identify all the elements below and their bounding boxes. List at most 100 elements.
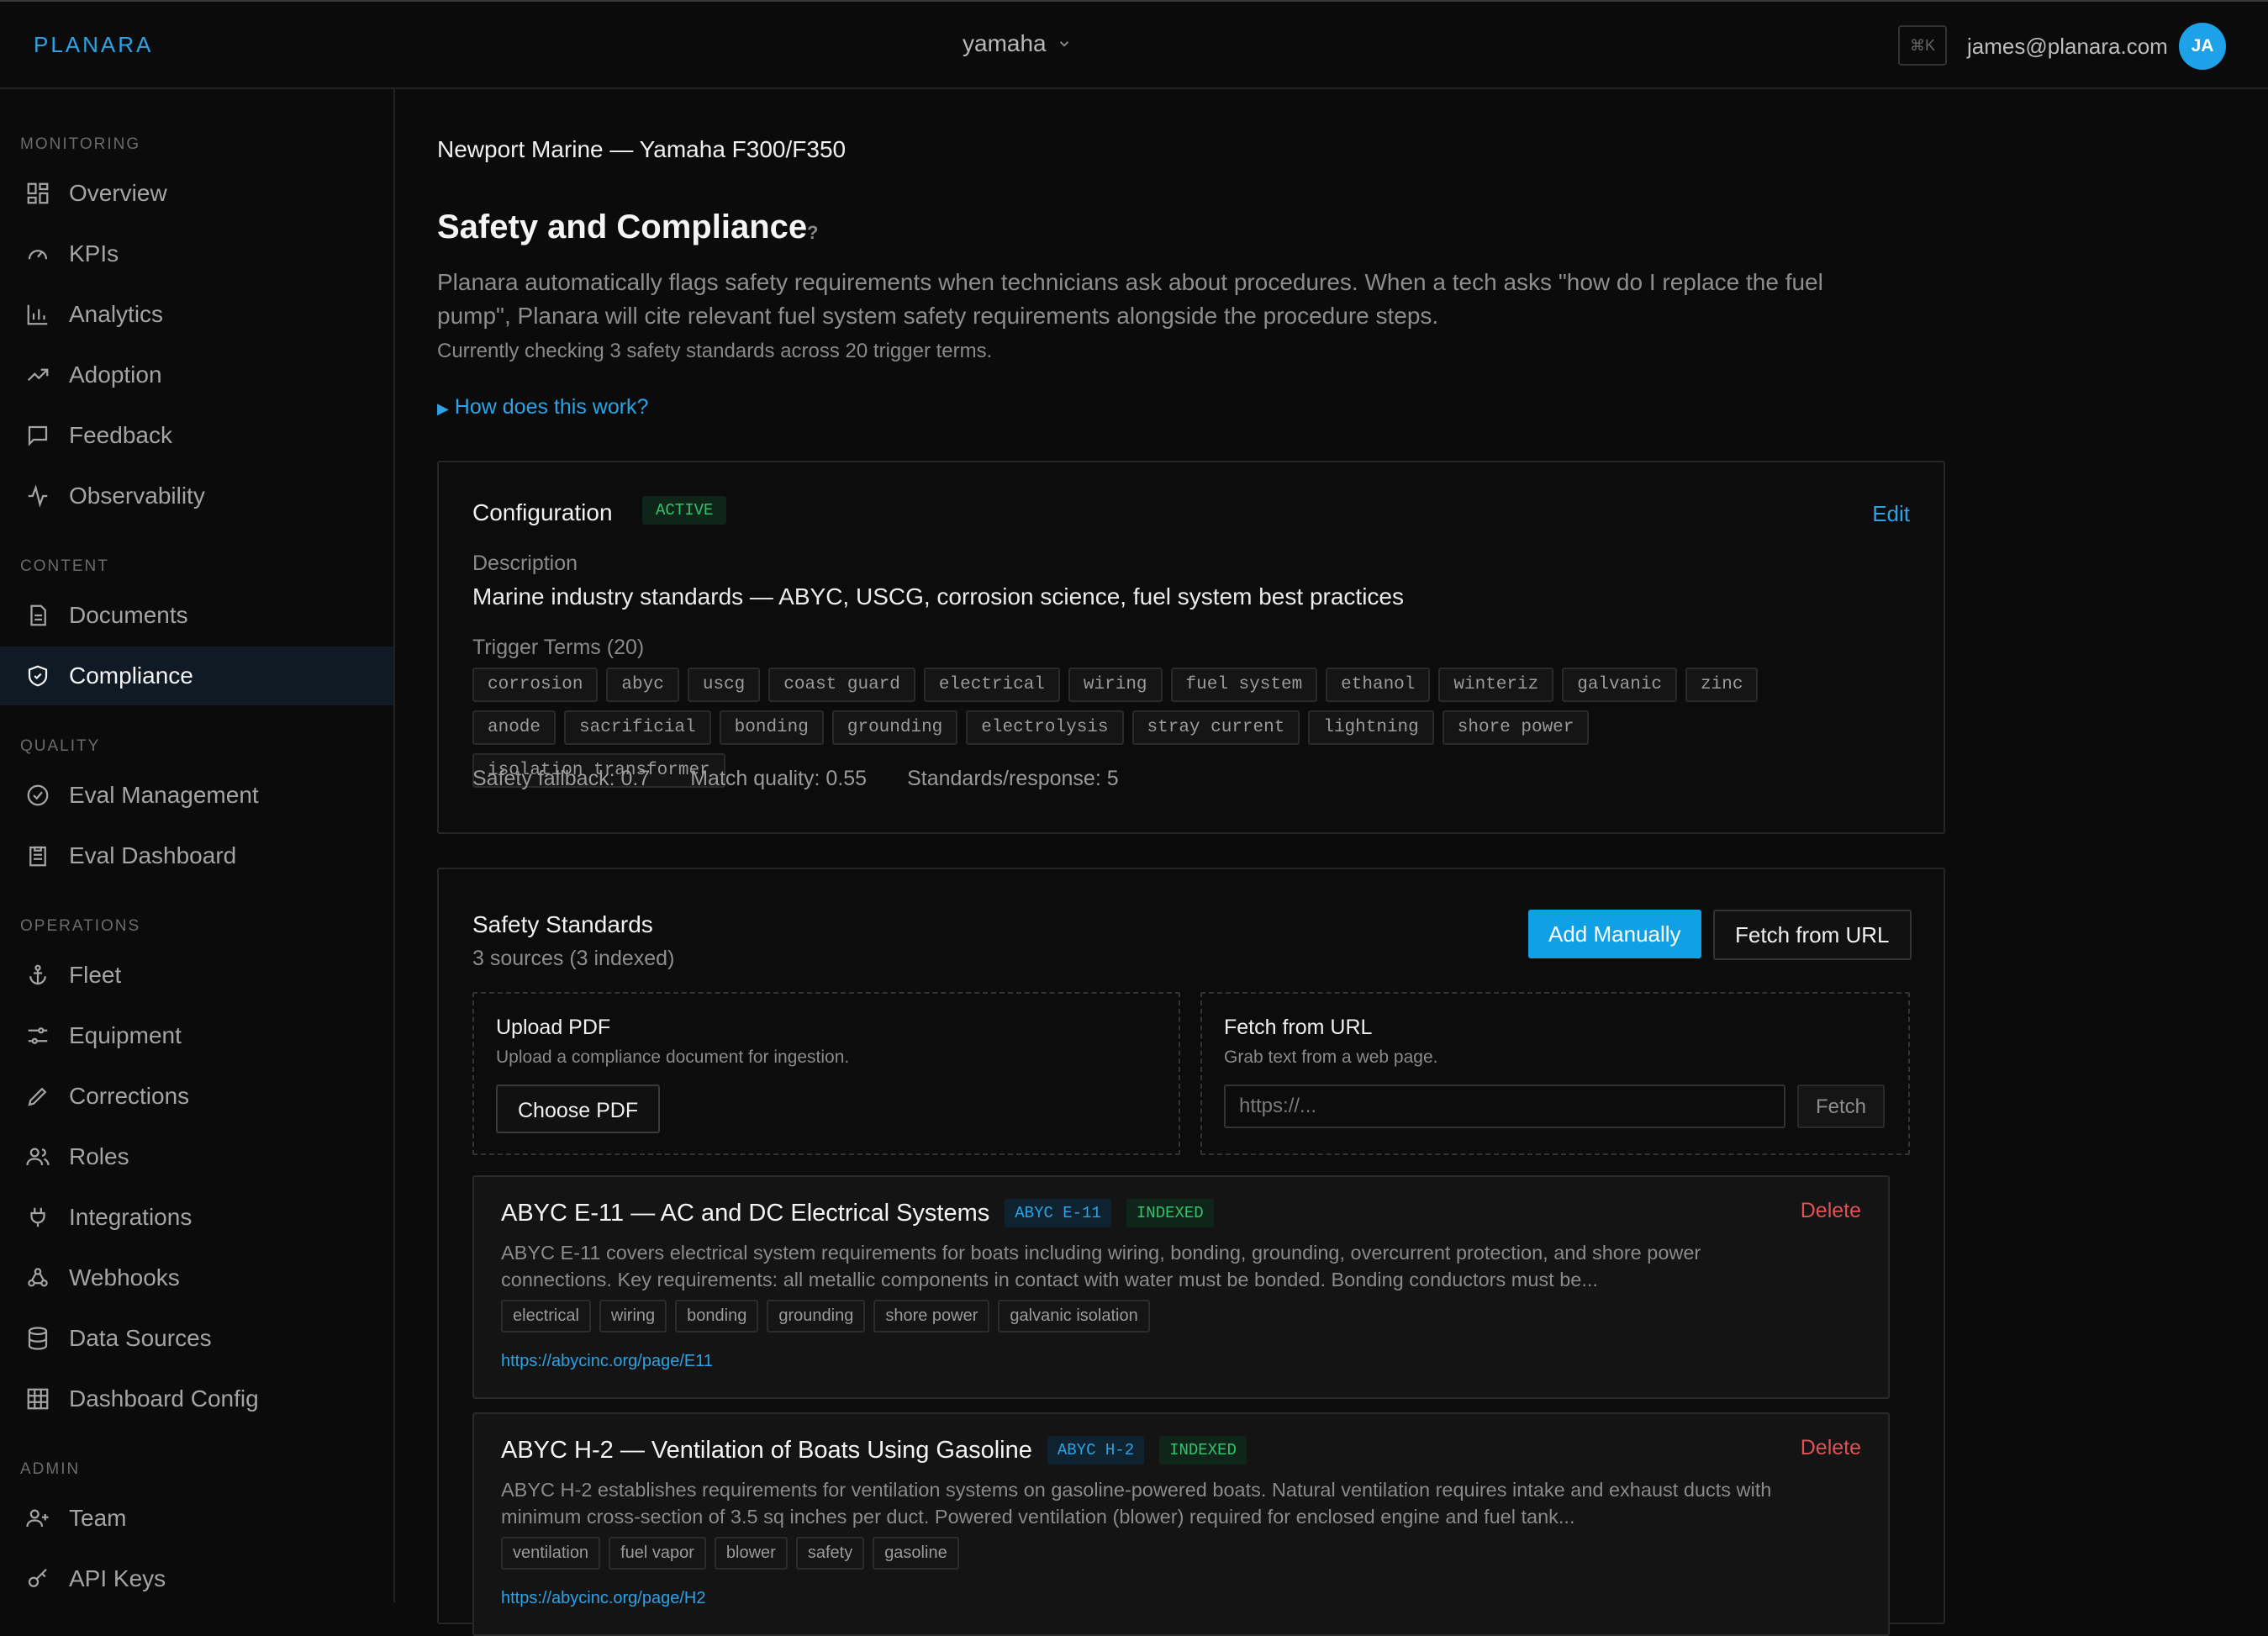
standards-per-response-metric: Standards/response: 5	[907, 767, 1119, 790]
table-icon	[27, 1388, 49, 1410]
sidebar-item-overview[interactable]: Overview	[0, 164, 393, 223]
configuration-card: Configuration ACTIVE Edit Description Ma…	[437, 461, 1945, 834]
sidebar-item-label: Corrections	[69, 1083, 190, 1109]
sidebar-item-dashboard-config[interactable]: Dashboard Config	[0, 1369, 393, 1428]
sidebar-item-label: Equipment	[69, 1022, 182, 1048]
description-label: Description	[472, 551, 578, 575]
sidebar-section-monitoring: MONITORING	[20, 135, 141, 153]
sidebar-item-feedback[interactable]: Feedback	[0, 406, 393, 465]
standard-tags: ventilation fuel vapor blower safety gas…	[501, 1537, 959, 1570]
sidebar-item-data-sources[interactable]: Data Sources	[0, 1309, 393, 1368]
trigger-term: winteriz	[1438, 668, 1554, 702]
pencil-icon	[28, 1087, 47, 1106]
main-content: Newport Marine — Yamaha F300/F350 Safety…	[397, 89, 2268, 1636]
sidebar-item-integrations[interactable]: Integrations	[0, 1188, 393, 1247]
sidebar-item-corrections[interactable]: Corrections	[0, 1067, 393, 1126]
safety-standards-card: Safety Standards 3 sources (3 indexed) A…	[437, 868, 1945, 1636]
url-input[interactable]	[1224, 1085, 1785, 1128]
trigger-term: wiring	[1068, 668, 1163, 702]
sidebar-item-equipment[interactable]: Equipment	[0, 1006, 393, 1065]
fetch-from-url-button[interactable]: Fetch from URL	[1713, 910, 1912, 960]
standard-tag: ventilation	[501, 1537, 601, 1570]
configuration-title: Configuration	[472, 499, 613, 525]
trigger-term: ethanol	[1326, 668, 1431, 702]
trigger-term: anode	[472, 710, 556, 745]
fetch-url-subtitle: Grab text from a web page.	[1224, 1048, 1438, 1067]
gauge-icon	[28, 250, 48, 260]
sidebar-section-content: CONTENT	[20, 557, 109, 575]
sidebar-item-adoption[interactable]: Adoption	[0, 346, 393, 404]
add-manually-button[interactable]: Add Manually	[1528, 910, 1701, 958]
sidebar-item-fleet[interactable]: Fleet	[0, 946, 393, 1005]
sidebar-section-quality: QUALITY	[20, 737, 101, 755]
sidebar-item-observability[interactable]: Observability	[0, 467, 393, 525]
trigger-term: shore power	[1442, 710, 1590, 745]
shield-check-icon	[28, 665, 48, 687]
grid-icon	[27, 182, 49, 204]
standard-tag: shore power	[873, 1300, 990, 1333]
message-icon	[28, 425, 48, 446]
standard-source-link[interactable]: https://abycinc.org/page/E11	[501, 1352, 713, 1371]
sidebar-item-eval-management[interactable]: Eval Management	[0, 766, 393, 825]
help-icon[interactable]: ?	[807, 222, 818, 244]
database-icon	[28, 1327, 48, 1350]
sidebar-item-label: KPIs	[69, 240, 119, 267]
standard-card: ABYC H-2 — Ventilation of Boats Using Ga…	[472, 1412, 1890, 1636]
sidebar-item-team[interactable]: Team	[0, 1489, 393, 1548]
config-metrics: Safety fallback: 0.7 Match quality: 0.55…	[472, 767, 1119, 791]
chevron-down-icon	[1059, 41, 1068, 47]
how-it-works-toggle[interactable]: ▶ How does this work?	[437, 395, 648, 420]
trigger-term: electrolysis	[966, 710, 1124, 745]
sidebar-item-roles[interactable]: Roles	[0, 1127, 393, 1186]
sidebar-item-label: Fleet	[69, 962, 122, 988]
sidebar-item-eval-dashboard[interactable]: Eval Dashboard	[0, 826, 393, 885]
standard-tag: electrical	[501, 1300, 591, 1333]
standard-tag: safety	[795, 1537, 865, 1570]
delete-button[interactable]: Delete	[1801, 1199, 1861, 1223]
bar-chart-icon	[27, 304, 48, 325]
standard-code-badge: ABYC E-11	[1005, 1199, 1111, 1227]
sidebar-item-label: API Keys	[69, 1565, 166, 1591]
page-title: Safety and Compliance	[437, 208, 808, 245]
sidebar-item-documents[interactable]: Documents	[0, 586, 393, 645]
status-line: Currently checking 3 safety standards ac…	[437, 340, 993, 362]
org-switcher[interactable]: yamaha	[963, 30, 1072, 57]
trigger-term: bonding	[719, 710, 824, 745]
status-badge: ACTIVE	[642, 496, 727, 525]
fetch-url-title: Fetch from URL	[1224, 1016, 1373, 1039]
sidebar-item-label: Feedback	[69, 422, 172, 448]
trigger-term: uscg	[687, 668, 761, 702]
standard-tags: electrical wiring bonding grounding shor…	[501, 1300, 1150, 1333]
standard-source-link[interactable]: https://abycinc.org/page/H2	[501, 1589, 705, 1608]
safety-fallback-metric: Safety fallback: 0.7	[472, 767, 651, 790]
sidebar-item-kpis[interactable]: KPIs	[0, 224, 393, 283]
trigger-term: fuel system	[1170, 668, 1318, 702]
standard-tag: gasoline	[873, 1537, 959, 1570]
sidebar-item-label: Eval Dashboard	[69, 842, 237, 868]
delete-button[interactable]: Delete	[1801, 1436, 1861, 1460]
trigger-term: coast guard	[768, 668, 915, 702]
avatar[interactable]: JA	[2179, 23, 2226, 70]
sidebar-item-compliance[interactable]: Compliance	[0, 646, 393, 705]
sidebar-item-label: Analytics	[69, 301, 164, 327]
standard-tag: fuel vapor	[609, 1537, 706, 1570]
fetch-button[interactable]: Fetch	[1797, 1085, 1886, 1128]
trigger-term: galvanic	[1562, 668, 1678, 702]
choose-pdf-button[interactable]: Choose PDF	[496, 1085, 661, 1133]
description-value: Marine industry standards — ABYC, USCG, …	[472, 583, 1404, 610]
sidebar-item-label: Data Sources	[69, 1325, 212, 1351]
sidebar-item-webhooks[interactable]: Webhooks	[0, 1248, 393, 1307]
standard-title: ABYC H-2 — Ventilation of Boats Using Ga…	[501, 1436, 1032, 1464]
sidebar-item-analytics[interactable]: Analytics	[0, 285, 393, 344]
trigger-term: stray current	[1131, 710, 1300, 745]
sidebar-item-api-keys[interactable]: API Keys	[0, 1549, 393, 1608]
indexed-badge: INDEXED	[1126, 1199, 1214, 1227]
logo[interactable]: PLANARA	[34, 32, 153, 58]
standard-title: ABYC E-11 — AC and DC Electrical Systems	[501, 1199, 990, 1227]
sidebar-item-label: Roles	[69, 1143, 129, 1169]
edit-button[interactable]: Edit	[1872, 501, 1910, 527]
page-intro: Planara automatically flags safety requi…	[437, 269, 1823, 329]
sidebar-item-label: Documents	[69, 602, 188, 628]
standard-tag: galvanic isolation	[998, 1300, 1150, 1333]
command-palette-button[interactable]: ⌘K	[1898, 25, 1947, 66]
